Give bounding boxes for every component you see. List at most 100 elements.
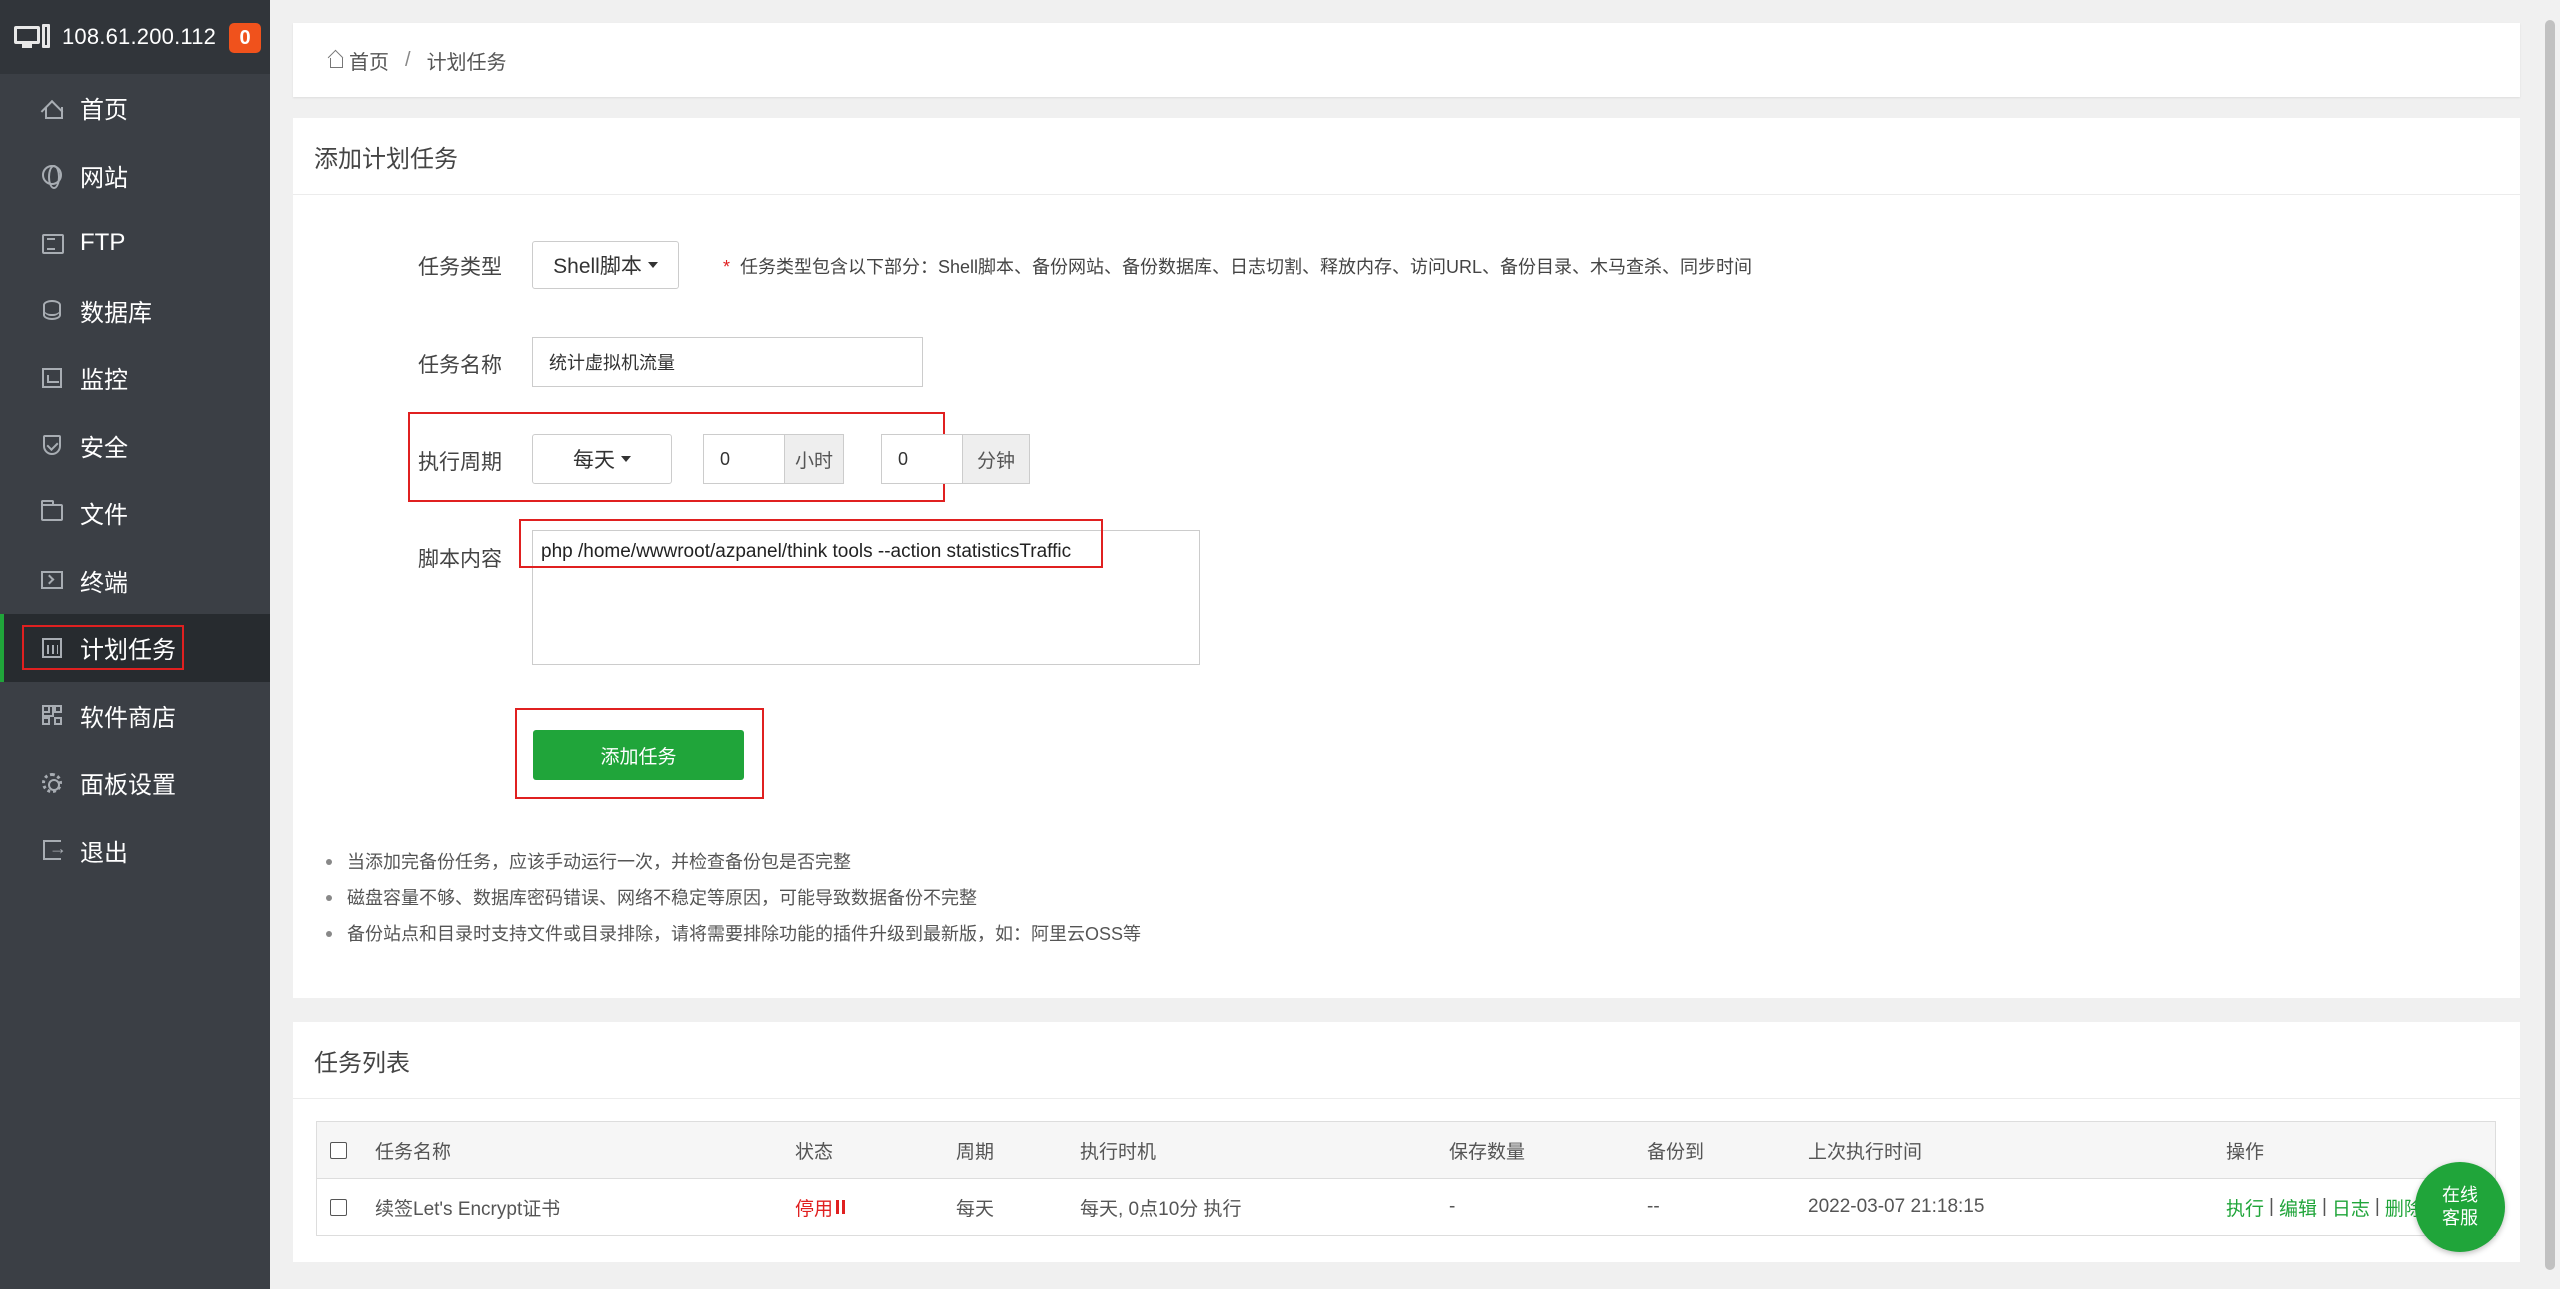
keep-cell: - [1449,1196,1456,1217]
task-type-hint-text: 任务类型包含以下部分：Shell脚本、备份网站、备份数据库、日志切割、释放内存、… [740,257,1753,277]
log-link[interactable]: 日志 [2332,1194,2370,1221]
sidebar-item-label: 数据库 [80,299,152,327]
scrollbar-thumb[interactable] [2545,20,2555,1270]
sidebar-item-label: 退出 [80,839,128,867]
page-scrollbar[interactable] [2540,0,2560,1289]
minute-unit: 分钟 [962,434,1030,484]
breadcrumb-separator: / [405,48,411,71]
breadcrumb-current: 计划任务 [426,51,507,74]
sidebar-item-label: 网站 [80,164,128,192]
operations-cell: 执行 | 编辑 | 日志 | 删除 [2226,1179,2423,1235]
sidebar-item-files[interactable]: 文件 [0,479,270,547]
tip-item: 磁盘容量不够、数据库密码错误、网络不稳定等原因，可能导致数据备份不完整 [323,880,1141,916]
add-task-panel: 添加计划任务 任务类型 Shell脚本 * 任务类型包含以下部分：Shell脚本、… [293,118,2520,998]
table-header: 任务名称 状态 周期 执行时机 保存数量 备份到 上次执行时间 操作 [317,1122,2495,1179]
sidebar-item-database[interactable]: 数据库 [0,277,270,345]
column-header: 备份到 [1647,1141,1705,1163]
select-all-cell [330,1122,347,1178]
sidebar-item-label: 首页 [80,97,128,125]
period-cell: 每天 [956,1198,995,1220]
period-dropdown[interactable]: 每天 [532,434,672,484]
sidebar-item-label: 文件 [80,502,128,530]
add-task-button[interactable]: 添加任务 [533,730,744,780]
task-type-hint: * 任务类型包含以下部分：Shell脚本、备份网站、备份数据库、日志切割、释放内存… [723,253,1752,279]
sidebar-item-label: 安全 [80,434,128,462]
sidebar-nav: 首页 网站 FTP 数据库 监控 安全 文件 终端 计划任务 软件商店 面板设置… [0,74,270,884]
run-link[interactable]: 执行 [2226,1194,2264,1221]
sidebar-item-store[interactable]: 软件商店 [0,682,270,750]
column-header: 保存数量 [1449,1141,1526,1163]
pause-icon [836,1200,846,1214]
database-icon [40,298,64,322]
column-header: 上次执行时间 [1808,1141,1923,1163]
task-type-value: Shell脚本 [553,255,642,278]
server-ip: 108.61.200.112 [62,24,217,49]
task-type-label: 任务类型 [418,256,502,279]
sidebar-item-settings[interactable]: 面板设置 [0,749,270,817]
tip-item: 备份站点和目录时支持文件或目录排除，请将需要排除功能的插件升级到最新版，如：阿里… [323,916,1141,952]
sidebar-item-website[interactable]: 网站 [0,142,270,210]
task-name-label: 任务名称 [418,354,502,377]
folder-icon [40,500,64,525]
tips-list: 当添加完备份任务，应该手动运行一次，并检查备份包是否完整 磁盘容量不够、数据库密… [323,844,1141,952]
backup-to-cell: -- [1647,1196,1660,1217]
tip-item: 当添加完备份任务，应该手动运行一次，并检查备份包是否完整 [323,844,1141,880]
status-text: 停用 [795,1198,834,1220]
select-all-checkbox[interactable] [330,1141,347,1159]
sidebar-item-label: 监控 [80,367,128,395]
task-list-panel: 任务列表 任务名称 状态 周期 执行时机 保存数量 备份到 上次执行时间 操作 … [293,1022,2520,1262]
status-cell[interactable]: 停用 [795,1179,846,1235]
column-header: 操作 [2226,1141,2265,1163]
table-row: 续签Let's Encrypt证书 停用 每天 每天, 0点10分 执行 - -… [317,1179,2495,1235]
row-select-cell [330,1179,347,1235]
period-label: 执行周期 [418,451,502,474]
last-run-cell: 2022-03-07 21:18:15 [1808,1196,1985,1217]
sidebar-item-cron[interactable]: 计划任务 [0,614,270,682]
ftp-icon [40,231,64,255]
column-header: 状态 [795,1141,834,1163]
service-line-2: 客服 [2442,1208,2478,1228]
grid-icon [40,703,64,727]
notification-badge[interactable]: 0 [229,23,261,53]
sidebar-item-label: FTP [80,228,126,256]
column-header: 周期 [956,1141,995,1163]
task-list-title: 任务列表 [293,1022,2520,1099]
column-header: 任务名称 [375,1141,452,1163]
home-icon [40,96,64,120]
sidebar-item-label: 软件商店 [80,704,176,732]
shield-icon [40,433,64,457]
globe-icon [40,163,64,190]
hour-input[interactable] [703,434,785,484]
terminal-icon [40,568,64,592]
sidebar: 108.61.200.112 0 首页 网站 FTP 数据库 监控 安全 文件 … [0,0,270,1289]
sidebar-item-home[interactable]: 首页 [0,74,270,142]
online-service-button[interactable]: 在线 客服 [2415,1162,2505,1252]
service-line-1: 在线 [2442,1185,2478,1205]
calendar-icon [40,636,64,660]
script-textarea[interactable]: php /home/wwwroot/azpanel/think tools --… [532,530,1200,665]
sidebar-item-logout[interactable]: 退出 [0,817,270,885]
server-header: 108.61.200.112 0 [0,0,270,74]
sidebar-item-security[interactable]: 安全 [0,412,270,480]
sidebar-item-label: 终端 [80,569,128,597]
sidebar-item-monitor[interactable]: 监控 [0,344,270,412]
timing-cell: 每天, 0点10分 执行 [1080,1198,1242,1220]
caret-down-icon [621,456,631,462]
gear-icon [40,771,64,795]
breadcrumb-home[interactable]: 首页 [349,46,389,75]
home-icon [327,51,345,69]
column-header: 执行时机 [1080,1141,1157,1163]
task-type-dropdown[interactable]: Shell脚本 [532,241,679,289]
sidebar-item-ftp[interactable]: FTP [0,209,270,277]
breadcrumb: 首页 / 计划任务 [293,23,2520,97]
add-task-title: 添加计划任务 [293,118,2520,195]
sidebar-item-label: 面板设置 [80,772,176,800]
edit-link[interactable]: 编辑 [2279,1194,2317,1221]
task-name-input[interactable] [532,337,923,387]
minute-input[interactable] [881,434,963,484]
caret-down-icon [647,262,658,268]
sidebar-item-terminal[interactable]: 终端 [0,547,270,615]
row-checkbox[interactable] [330,1198,347,1216]
period-value: 每天 [573,449,615,472]
exit-icon [40,838,67,862]
